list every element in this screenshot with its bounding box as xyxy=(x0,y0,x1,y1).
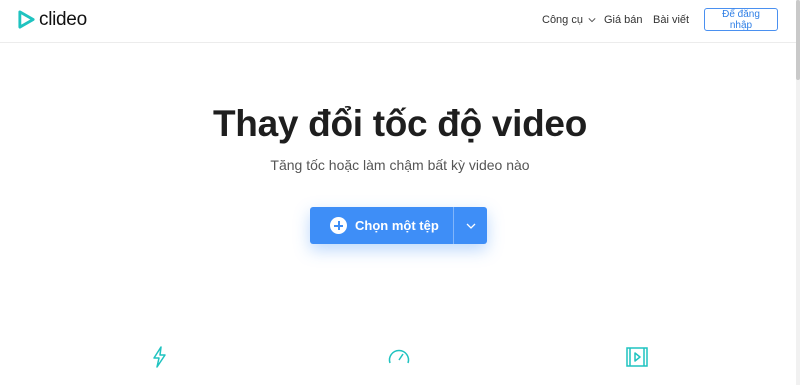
clideo-logo[interactable]: clideo xyxy=(17,10,87,29)
nav-tools-label: Công cụ xyxy=(542,14,583,26)
page-title: Thay đổi tốc độ video xyxy=(213,103,587,144)
choose-file-button[interactable]: Chọn một tệp xyxy=(310,207,453,244)
login-button[interactable]: Để đăng nhập xyxy=(704,8,778,31)
logo-play-icon xyxy=(18,10,35,29)
upload-source-dropdown[interactable] xyxy=(454,207,487,244)
page-scrollbar[interactable] xyxy=(796,0,800,385)
choose-file-label: Chọn một tệp xyxy=(355,218,439,233)
page-subtitle: Tăng tốc hoặc làm chậm bất kỳ video nào xyxy=(270,157,530,173)
chevron-down-icon xyxy=(588,18,596,23)
speedometer-icon xyxy=(388,349,410,364)
lightning-icon xyxy=(153,346,166,368)
logo-text: clideo xyxy=(39,9,87,30)
nav-tools-menu[interactable]: Công cụ xyxy=(542,14,596,26)
nav-price-link[interactable]: Giá bán xyxy=(604,14,643,26)
plus-circle-icon xyxy=(330,217,347,234)
top-header: clideo Công cụ Giá bán Bài viết Để đăng … xyxy=(0,0,800,43)
nav-blog-link[interactable]: Bài viết xyxy=(653,14,689,26)
scrollbar-thumb[interactable] xyxy=(796,0,800,80)
video-frame-icon xyxy=(626,347,648,367)
chevron-down-icon xyxy=(466,223,475,229)
choose-file-button-group: Chọn một tệp xyxy=(310,207,487,244)
